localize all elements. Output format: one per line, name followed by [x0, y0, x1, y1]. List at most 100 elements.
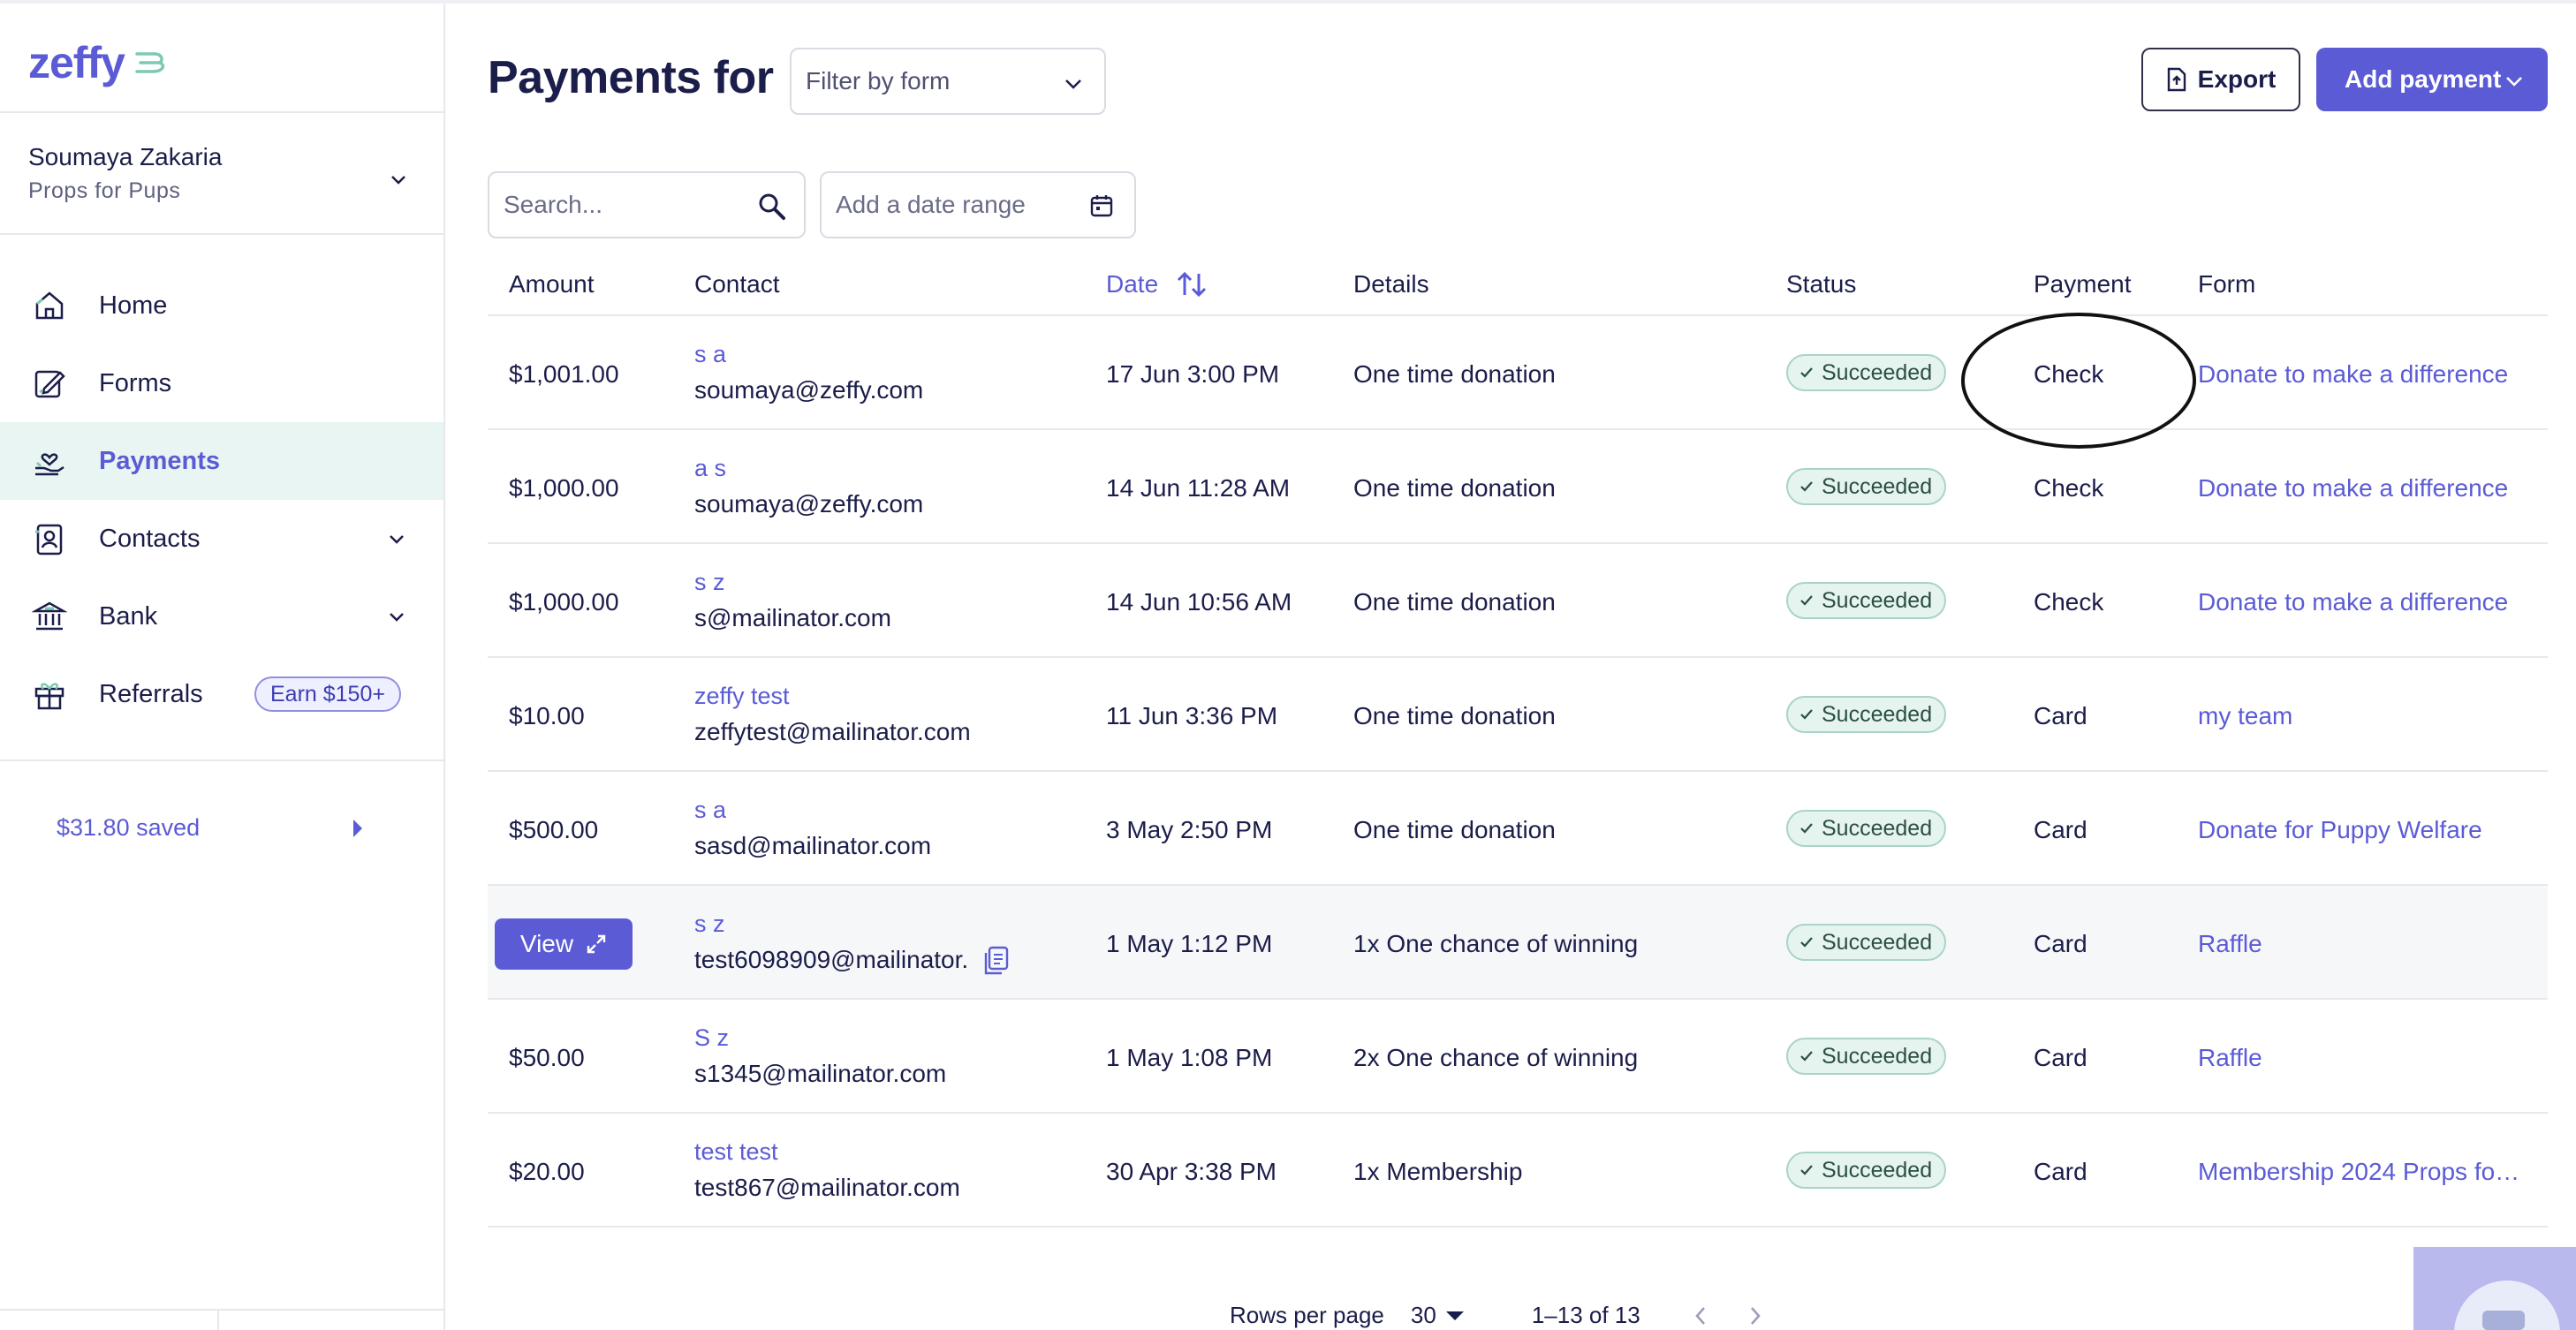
form-link[interactable]: Donate to make a difference: [2198, 588, 2508, 616]
details-cell: One time donation: [1353, 816, 1556, 844]
contact-name-link[interactable]: zeffy test: [694, 683, 790, 710]
form-link[interactable]: Raffle: [2198, 1044, 2262, 1072]
check-icon: [1799, 1048, 1815, 1064]
sidebar: zeffy Soumaya Zakaria Props for Pups Hom…: [0, 4, 445, 1330]
column-header-details[interactable]: Details: [1353, 270, 1429, 298]
contact-name-link[interactable]: S z: [694, 1024, 729, 1052]
status-badge: Succeeded: [1786, 354, 1946, 391]
table-row[interactable]: $500.00 s a sasd@mailinator.com 3 May 2:…: [488, 772, 2548, 886]
column-header-amount[interactable]: Amount: [509, 270, 595, 298]
table-row[interactable]: $1,000.00 a s soumaya@zeffy.com 14 Jun 1…: [488, 430, 2548, 544]
next-page-icon[interactable]: [1748, 1305, 1762, 1326]
date-cell: 17 Jun 3:00 PM: [1106, 360, 1279, 389]
date-cell: 1 May 1:08 PM: [1106, 1044, 1272, 1072]
previous-page-icon[interactable]: [1693, 1305, 1708, 1326]
amount-cell: $20.00: [509, 1158, 585, 1186]
status-label: Succeeded: [1822, 1158, 1932, 1183]
sidebar-item-contacts[interactable]: Contacts: [0, 500, 443, 578]
amount-cell: $500.00: [509, 816, 598, 844]
status-badge: Succeeded: [1786, 696, 1946, 733]
search-field[interactable]: [488, 171, 806, 238]
form-link[interactable]: my team: [2198, 702, 2292, 730]
rows-per-page-select[interactable]: 30: [1411, 1302, 1465, 1329]
sidebar-item-forms[interactable]: Forms: [0, 344, 443, 422]
sidebar-item-home[interactable]: Home: [0, 267, 443, 344]
sidebar-item-payments[interactable]: Payments: [0, 422, 443, 500]
table-row[interactable]: $1,000.00 s z s@mailinator.com 14 Jun 10…: [488, 544, 2548, 658]
check-icon: [1799, 707, 1815, 722]
amount-cell: $1,000.00: [509, 588, 619, 616]
home-icon: [32, 288, 67, 323]
contact-name-link[interactable]: s z: [694, 911, 725, 938]
copy-icon[interactable]: [982, 946, 1009, 976]
column-header-payment[interactable]: Payment: [2034, 270, 2132, 298]
payment-method-cell: Card: [2034, 816, 2087, 844]
export-label: Export: [2198, 65, 2277, 94]
hand-heart-icon: [32, 443, 67, 479]
payment-method-cell: Card: [2034, 1158, 2087, 1186]
status-label: Succeeded: [1822, 474, 1932, 500]
status-badge: Succeeded: [1786, 1038, 1946, 1075]
details-cell: One time donation: [1353, 588, 1556, 616]
filter-by-form-select[interactable]: Filter by form: [790, 48, 1106, 115]
column-header-contact[interactable]: Contact: [694, 270, 780, 298]
contact-name-link[interactable]: s a: [694, 341, 726, 368]
details-cell: 1x Membership: [1353, 1158, 1522, 1186]
status-label: Succeeded: [1822, 360, 1932, 386]
contact-name-link[interactable]: s a: [694, 797, 726, 824]
table-row[interactable]: $20.00 test test test867@mailinator.com …: [488, 1114, 2548, 1228]
contact-name-link[interactable]: s z: [694, 569, 725, 596]
zeffy-logo[interactable]: zeffy: [28, 37, 170, 88]
table-row[interactable]: $50.00 S z s1345@mailinator.com 1 May 1:…: [488, 1000, 2548, 1114]
table-row[interactable]: $1,001.00 s a soumaya@zeffy.com 17 Jun 3…: [488, 316, 2548, 430]
table-row[interactable]: $10.00 zeffy test zeffytest@mailinator.c…: [488, 658, 2548, 772]
status-badge: Succeeded: [1786, 468, 1946, 505]
details-cell: One time donation: [1353, 474, 1556, 503]
sidebar-item-bank[interactable]: Bank: [0, 578, 443, 655]
amount-cell: $1,000.00: [509, 474, 619, 503]
contact-name-link[interactable]: test test: [694, 1138, 778, 1166]
edit-form-icon: [32, 366, 67, 401]
amount-cell: $50.00: [509, 1044, 585, 1072]
divider: [0, 1309, 445, 1311]
contact-email: s1345@mailinator.com: [694, 1060, 946, 1088]
payment-method-cell: Check: [2034, 588, 2103, 616]
status-label: Succeeded: [1822, 702, 1932, 728]
org-switcher[interactable]: Soumaya Zakaria Props for Pups: [28, 143, 417, 204]
check-icon: [1799, 820, 1815, 836]
contact-card-icon: [32, 521, 67, 556]
caret-right-icon[interactable]: [352, 818, 364, 839]
divider: [217, 1309, 219, 1330]
org-name: Props for Pups: [28, 178, 417, 204]
form-link[interactable]: Donate for Puppy Welfare: [2198, 816, 2482, 844]
contact-email: test6098909@mailinator.com: [694, 946, 968, 974]
sidebar-item-label: Payments: [99, 447, 220, 476]
sidebar-nav: Home Forms Payments Contacts Bank: [0, 267, 443, 733]
column-header-date[interactable]: Date: [1106, 270, 1208, 298]
search-icon[interactable]: [756, 191, 788, 223]
date-range-picker[interactable]: Add a date range: [820, 171, 1136, 238]
add-payment-button[interactable]: Add payment: [2316, 48, 2548, 111]
form-link[interactable]: Donate to make a difference: [2198, 360, 2508, 389]
referral-badge[interactable]: Earn $150+: [254, 676, 401, 712]
export-button[interactable]: Export: [2141, 48, 2300, 111]
calendar-icon: [1088, 193, 1115, 219]
form-link[interactable]: Donate to make a difference: [2198, 474, 2508, 503]
sort-icon[interactable]: [1176, 270, 1208, 298]
status-badge: Succeeded: [1786, 1152, 1946, 1189]
sidebar-item-referrals[interactable]: Referrals Earn $150+: [0, 655, 443, 733]
view-payment-button[interactable]: View: [495, 918, 633, 970]
view-label: View: [520, 930, 573, 958]
form-link[interactable]: Raffle: [2198, 930, 2262, 958]
form-link[interactable]: Membership 2024 Props fo…: [2198, 1158, 2519, 1186]
payment-method-cell: Check: [2034, 474, 2103, 503]
contact-name-link[interactable]: a s: [694, 455, 726, 482]
details-cell: One time donation: [1353, 702, 1556, 730]
status-badge: Succeeded: [1786, 810, 1946, 847]
search-input[interactable]: [504, 191, 742, 219]
column-header-form[interactable]: Form: [2198, 270, 2255, 298]
date-cell: 14 Jun 11:28 AM: [1106, 474, 1290, 503]
fees-saved-text[interactable]: $31.80 saved: [57, 814, 200, 842]
column-header-status[interactable]: Status: [1786, 270, 1856, 298]
table-row[interactable]: View s z test6098909@mailinator.com 1 Ma…: [488, 886, 2548, 1000]
